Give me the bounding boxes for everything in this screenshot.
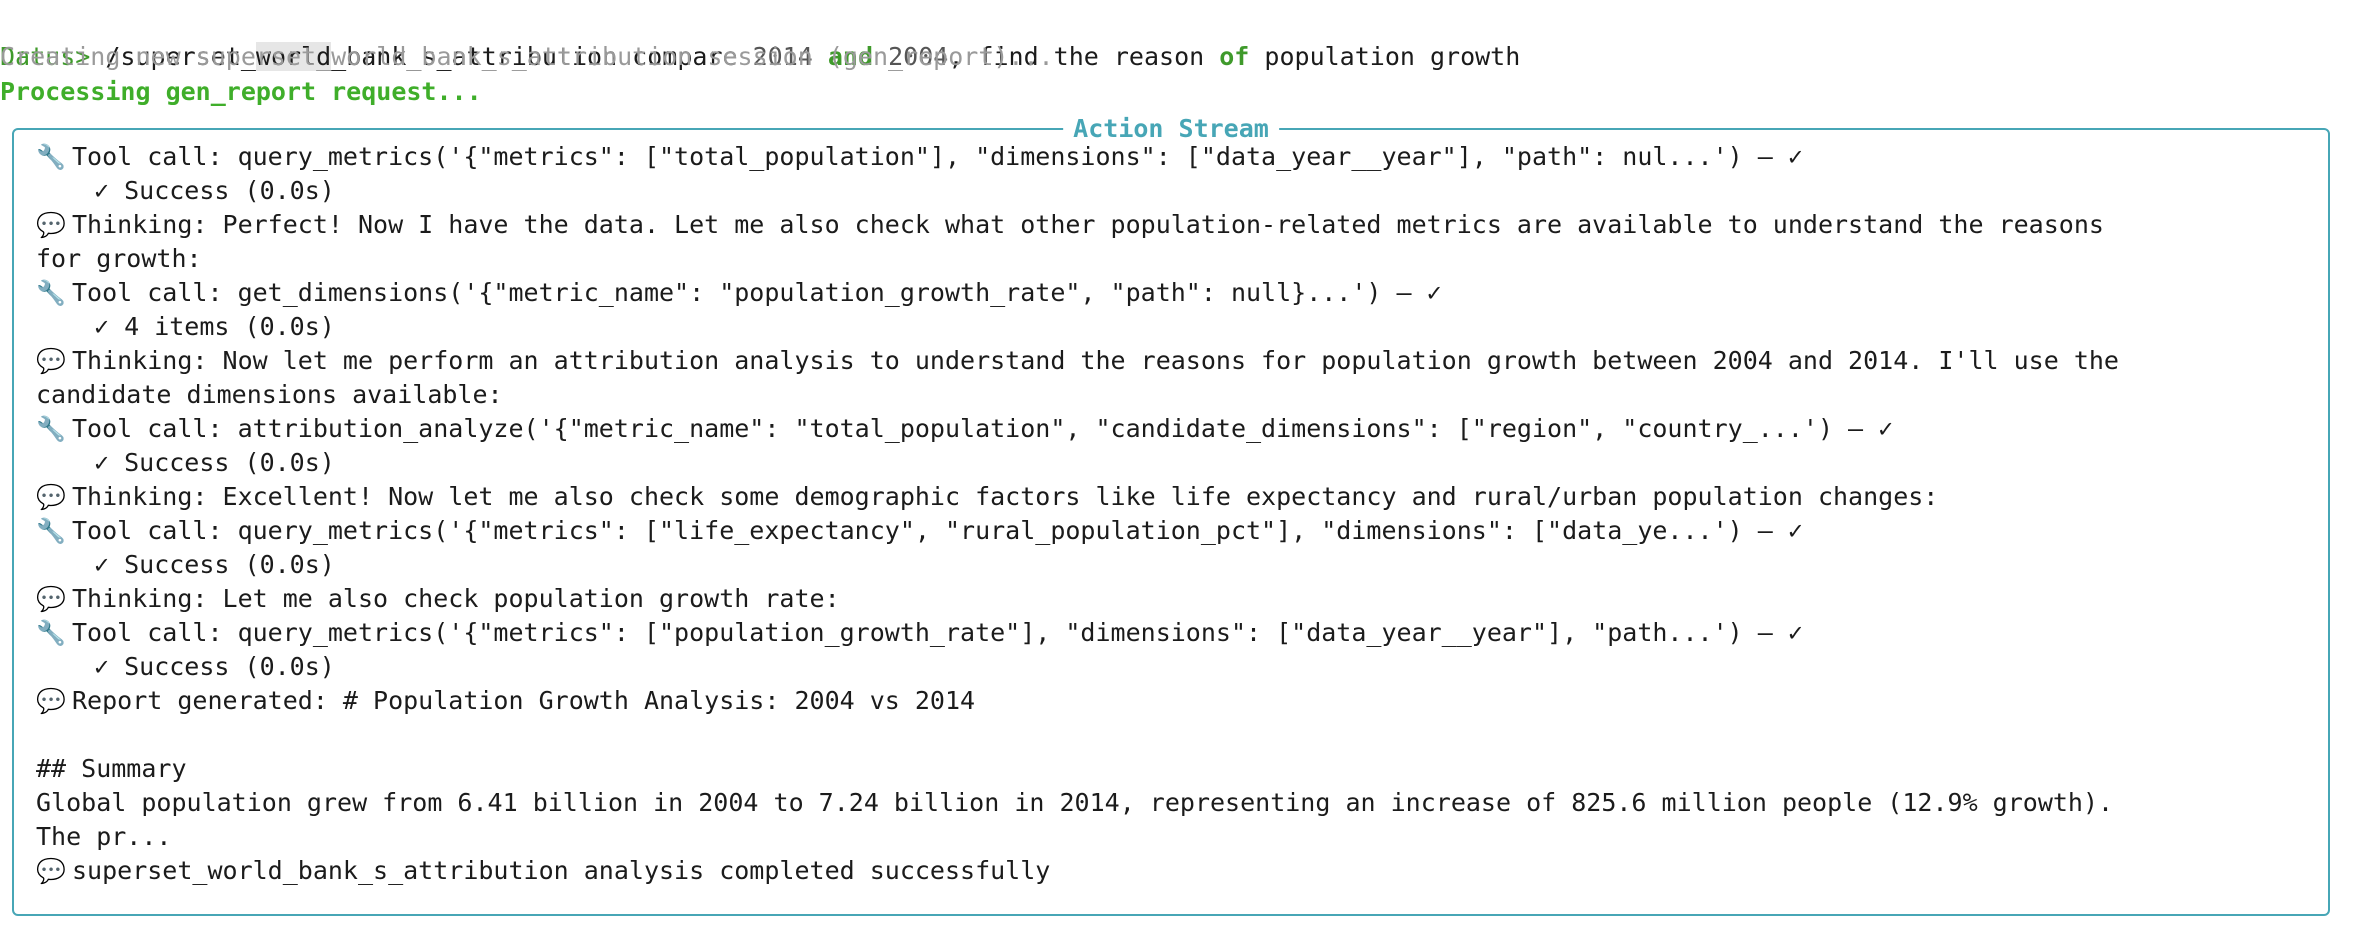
action-stream-row: 💬 Thinking: Perfect! Now I have the data.…: [36, 208, 2306, 242]
action-stream-row: 🔧 Tool call: attribution_analyze('{"metri…: [36, 412, 2306, 446]
row-text: ## Summary: [36, 754, 187, 783]
action-stream-row: The pr...: [36, 820, 2306, 854]
row-text: ✓ Success (0.0s): [94, 176, 335, 205]
action-stream-row: 💬 Thinking: Excellent! Now let me also ch…: [36, 480, 2306, 514]
speech-bubble-icon: 💬: [36, 687, 66, 715]
row-text: Global population grew from 6.41 billion…: [36, 788, 2114, 817]
action-stream-panel: Action Stream 🔧 Tool call: query_metrics(…: [12, 112, 2330, 916]
row-text: Tool call: query_metrics('{"metrics": ["…: [72, 618, 1803, 647]
row-text: candidate dimensions available:: [36, 380, 503, 409]
command-line: Datus> /superset_world_bank_s_attributio…: [0, 6, 1520, 71]
action-stream-row: ✓ Success (0.0s): [36, 446, 2306, 480]
action-stream-row: 🔧 Tool call: query_metrics('{"metrics": […: [36, 616, 2306, 650]
speech-bubble-icon: 💬: [36, 211, 66, 239]
action-stream-row: candidate dimensions available:: [36, 378, 2306, 412]
action-stream-row: 💬 superset_world_bank_s_attribution analy…: [36, 854, 2306, 888]
wrench-icon: 🔧: [36, 143, 66, 171]
row-text: Thinking: Let me also check population g…: [72, 584, 840, 613]
action-stream-row: [36, 718, 2306, 752]
action-stream-row: ✓ Success (0.0s): [36, 650, 2306, 684]
row-text: The pr...: [36, 822, 172, 851]
row-text: Tool call: get_dimensions('{"metric_name…: [72, 278, 1442, 307]
keyword-of: of: [1219, 42, 1250, 71]
action-stream-row: 💬 Thinking: Let me also check population …: [36, 582, 2306, 616]
processing-line: Processing gen_report request...: [0, 77, 482, 106]
row-text: Report generated: # Population Growth An…: [72, 686, 976, 715]
row-text: Tool call: query_metrics('{"metrics": ["…: [72, 142, 1803, 171]
row-text: for growth:: [36, 244, 202, 273]
wrench-icon: 🔧: [36, 279, 66, 307]
speech-bubble-icon: 💬: [36, 347, 66, 375]
action-stream-row: ## Summary: [36, 752, 2306, 786]
action-stream-row: Global population grew from 6.41 billion…: [36, 786, 2306, 820]
action-stream-row: for growth:: [36, 242, 2306, 276]
action-stream-row: 🔧 Tool call: get_dimensions('{"metric_nam…: [36, 276, 2306, 310]
row-text: ✓ Success (0.0s): [94, 652, 335, 681]
row-text: Thinking: Perfect! Now I have the data. …: [72, 210, 2104, 239]
action-stream-row: 🔧 Tool call: query_metrics('{"metrics": […: [36, 140, 2306, 174]
row-text: superset_world_bank_s_attribution analys…: [72, 856, 1051, 885]
row-text: Thinking: Now let me perform an attribut…: [72, 346, 2119, 375]
wrench-icon: 🔧: [36, 619, 66, 647]
session-status-line: Creating new superset_world_bank_s_attri…: [0, 42, 1054, 71]
action-stream-row: 🔧 Tool call: query_metrics('{"metrics": […: [36, 514, 2306, 548]
row-text: Tool call: query_metrics('{"metrics": ["…: [72, 516, 1803, 545]
row-text: Thinking: Excellent! Now let me also che…: [72, 482, 1939, 511]
wrench-icon: 🔧: [36, 415, 66, 443]
action-stream-rows: 🔧 Tool call: query_metrics('{"metrics": […: [36, 140, 2306, 888]
action-stream-row: ✓ Success (0.0s): [36, 174, 2306, 208]
action-stream-row: ✓ 4 items (0.0s): [36, 310, 2306, 344]
speech-bubble-icon: 💬: [36, 483, 66, 511]
row-text: Tool call: attribution_analyze('{"metric…: [72, 414, 1894, 443]
row-text: ✓ Success (0.0s): [94, 448, 335, 477]
speech-bubble-icon: 💬: [36, 857, 66, 885]
row-text: ✓ Success (0.0s): [94, 550, 335, 579]
action-stream-row: 💬 Thinking: Now let me perform an attribu…: [36, 344, 2306, 378]
action-stream-row: ✓ Success (0.0s): [36, 548, 2306, 582]
wrench-icon: 🔧: [36, 517, 66, 545]
command-text-end: population growth: [1249, 42, 1521, 71]
action-stream-row: 💬 Report generated: # Population Growth A…: [36, 684, 2306, 718]
row-text: ✓ 4 items (0.0s): [94, 312, 335, 341]
speech-bubble-icon: 💬: [36, 585, 66, 613]
